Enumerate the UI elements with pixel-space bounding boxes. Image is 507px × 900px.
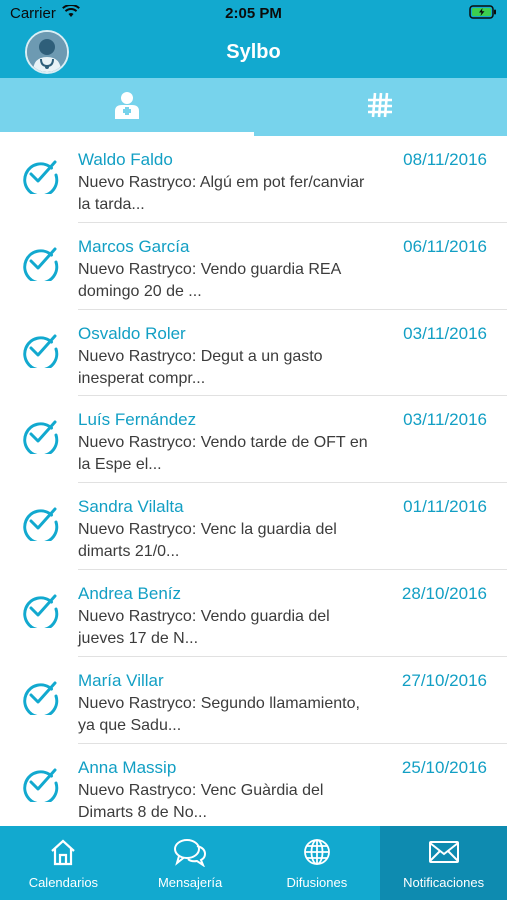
preview-line-2: Dimarts 8 de No... bbox=[78, 803, 207, 821]
tab-mensajeria-label: Mensajería bbox=[157, 875, 223, 890]
status-time: 2:05 PM bbox=[225, 5, 282, 22]
preview-line-2: la Espe el... bbox=[78, 456, 162, 474]
preview-line-1: Nuevo Rastryco: Algú em pot fer/canviar bbox=[78, 174, 365, 191]
check-circle-icon bbox=[21, 677, 59, 719]
tab-difusiones[interactable]: Difusiones bbox=[254, 826, 381, 900]
check-circle-icon bbox=[21, 416, 59, 458]
tab-doctor[interactable] bbox=[0, 78, 254, 136]
tab-calendarios-label: Calendarios bbox=[28, 875, 99, 890]
notification-date: 03/11/2016 bbox=[403, 410, 487, 430]
notification-item[interactable]: Marcos García 06/11/2016 Nuevo Rastryco: V… bbox=[0, 223, 507, 310]
notification-item[interactable]: Osvaldo Roler 03/11/2016 Nuevo Rastryco: D… bbox=[0, 310, 507, 397]
preview-line-2: la tarda... bbox=[78, 196, 145, 213]
notification-item[interactable]: Sandra Vilalta 01/11/2016 Nuevo Rastryco: … bbox=[0, 483, 507, 570]
preview-line-1: Nuevo Rastryco: Vendo guardia REA bbox=[78, 260, 342, 278]
preview-line-1: Nuevo Rastryco: Venc la guardia del bbox=[78, 521, 337, 539]
notification-item[interactable]: María Villar 27/10/2016 Nuevo Rastryco: Se… bbox=[0, 657, 507, 744]
notification-date: 03/11/2016 bbox=[403, 323, 487, 343]
preview-line-1: Nuevo Rastryco: Venc Guàrdia del bbox=[78, 781, 324, 799]
battery-charging-icon bbox=[469, 5, 497, 23]
tab-calendarios[interactable]: Calendarios bbox=[0, 826, 127, 900]
check-circle-icon bbox=[21, 764, 59, 805]
sender-name: Sandra Vilalta bbox=[78, 497, 184, 517]
doctor-person-icon bbox=[112, 90, 142, 125]
preview-line-1: Nuevo Rastryco: Segundo llamamiento, bbox=[78, 694, 360, 712]
check-circle-icon bbox=[21, 590, 59, 632]
tab-difusiones-label: Difusiones bbox=[286, 875, 348, 890]
notification-preview: Nuevo Rastryco: Degut a un gasto inespera… bbox=[78, 346, 403, 390]
notification-preview: Nuevo Rastryco: Venc Guàrdia del Dimarts … bbox=[78, 780, 403, 824]
preview-line-2: jueves 17 de N... bbox=[78, 629, 199, 647]
check-circle-icon bbox=[21, 243, 59, 285]
check-circle-icon bbox=[21, 156, 59, 198]
check-circle-icon bbox=[21, 503, 59, 545]
notification-item[interactable]: Waldo Faldo 08/11/2016 Nuevo Rastryco: Alg… bbox=[0, 136, 507, 223]
preview-line-1: Nuevo Rastryco: Vendo guardia del bbox=[78, 607, 330, 625]
home-icon bbox=[46, 836, 80, 868]
page-title: Sylbo bbox=[226, 41, 281, 63]
notification-date: 28/10/2016 bbox=[401, 583, 487, 603]
preview-line-2: domingo 20 de ... bbox=[78, 282, 202, 300]
preview-line-1: Nuevo Rastryco: Vendo tarde de OFT en bbox=[78, 434, 368, 452]
nav-bar: Sylbo bbox=[0, 28, 507, 78]
tab-hashtag[interactable] bbox=[254, 78, 507, 136]
sender-name: Waldo Faldo bbox=[78, 150, 173, 169]
notification-date: 25/10/2016 bbox=[401, 757, 487, 777]
top-tab-bar bbox=[0, 78, 507, 136]
preview-line-2: dimarts 21/0... bbox=[78, 543, 180, 561]
preview-line-2: inesperat compr... bbox=[78, 369, 206, 387]
sender-name: Andrea Beníz bbox=[78, 583, 182, 603]
status-bar: Carrier 2:05 PM bbox=[0, 0, 507, 28]
notification-item[interactable]: Anna Massip 25/10/2016 Nuevo Rastryco: Ven… bbox=[0, 744, 507, 826]
notification-preview: Nuevo Rastryco: Algú em pot fer/canviar l… bbox=[78, 172, 403, 216]
notification-preview: Nuevo Rastryco: Vendo tarde de OFT en la … bbox=[78, 432, 403, 476]
preview-line-1: Nuevo Rastryco: Degut a un gasto bbox=[78, 347, 323, 365]
chat-bubbles-icon bbox=[173, 836, 207, 868]
notification-preview: Nuevo Rastryco: Venc la guardia del dimar… bbox=[78, 519, 403, 563]
sender-name: Anna Massip bbox=[78, 757, 177, 777]
tab-notificaciones-label: Notificaciones bbox=[403, 875, 485, 890]
tab-mensajeria[interactable]: Mensajería bbox=[127, 826, 254, 900]
sender-name: Marcos García bbox=[78, 236, 190, 256]
notification-date: 01/11/2016 bbox=[403, 497, 487, 517]
bottom-tab-bar: Calendarios Mensajería Difusiones Notifi… bbox=[0, 826, 507, 900]
notification-date: 08/11/2016 bbox=[403, 150, 487, 169]
hashtag-grid-icon bbox=[365, 90, 395, 125]
preview-line-2: ya que Sadu... bbox=[78, 716, 182, 734]
notification-item[interactable]: Andrea Beníz 28/10/2016 Nuevo Rastryco: Ve… bbox=[0, 570, 507, 657]
notification-preview: Nuevo Rastryco: Vendo guardia del jueves … bbox=[78, 606, 403, 650]
sender-name: María Villar bbox=[78, 670, 164, 690]
check-circle-icon bbox=[21, 330, 59, 371]
notifications-list: Waldo Faldo 08/11/2016 Nuevo Rastryco: Alg… bbox=[0, 136, 507, 826]
sender-name: Osvaldo Roler bbox=[78, 323, 186, 343]
tab-notificaciones[interactable]: Notificaciones bbox=[380, 826, 507, 900]
notification-date: 27/10/2016 bbox=[401, 670, 487, 690]
sender-name: Luís Fernández bbox=[78, 410, 197, 430]
notification-date: 06/11/2016 bbox=[403, 236, 487, 256]
notification-preview: Nuevo Rastryco: Segundo llamamiento, ya q… bbox=[78, 693, 403, 737]
notification-item[interactable]: Luís Fernández 03/11/2016 Nuevo Rastryco: … bbox=[0, 396, 507, 483]
notification-preview: Nuevo Rastryco: Vendo guardia REA domingo… bbox=[78, 259, 403, 303]
envelope-icon bbox=[427, 836, 461, 868]
globe-icon bbox=[300, 836, 334, 868]
